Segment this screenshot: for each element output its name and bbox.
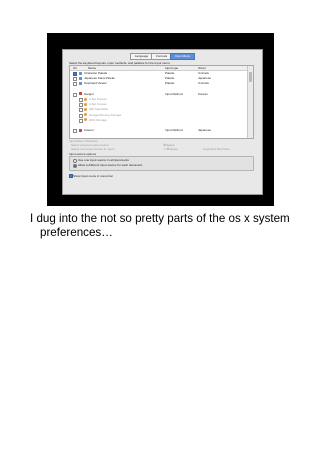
palette-icon bbox=[79, 71, 82, 75]
caption-line-1: I dug into the not so pretty parts of th… bbox=[30, 212, 290, 225]
show-input-menu-label: Show input menu in menu bar bbox=[73, 173, 113, 178]
tab-input-menu[interactable]: Input Menu bbox=[170, 53, 196, 60]
item-name: Japanese Kana Palette bbox=[84, 76, 116, 81]
item-input-type: Palette bbox=[165, 76, 175, 81]
shortcut-label: Select next input source in menu bbox=[71, 147, 115, 151]
option-label-different-source: Allow a different input source for each … bbox=[78, 163, 143, 167]
list-item[interactable] bbox=[70, 123, 247, 127]
item-script: Japanese bbox=[198, 128, 212, 133]
radio-one-source[interactable] bbox=[73, 159, 77, 163]
list-item[interactable]: HNC Romaja bbox=[70, 117, 247, 123]
list-item[interactable]: Character Palette Palette Unicode bbox=[70, 71, 247, 76]
palette-icon bbox=[84, 102, 87, 106]
flag-icon bbox=[79, 128, 82, 132]
item-input-type: Palette bbox=[165, 81, 175, 86]
item-name: GongjinCheong Romaja bbox=[89, 112, 122, 117]
palette-icon bbox=[84, 118, 87, 122]
palette-icon bbox=[84, 97, 87, 101]
list-item[interactable]: Hangul Input Method Korean bbox=[70, 91, 247, 97]
item-name: Keyboard Viewer bbox=[84, 81, 107, 86]
palette-icon bbox=[84, 107, 87, 111]
item-script: Japanese bbox=[198, 76, 212, 81]
slide-screenshot: Language Formats Input Menu Select the key… bbox=[47, 33, 274, 206]
item-input-type: Palette bbox=[165, 71, 175, 75]
item-name: Character Palette bbox=[84, 71, 108, 75]
tab-bar: Language Formats Input Menu bbox=[63, 53, 262, 60]
option-label-one-source: Use one input source in all documents bbox=[78, 158, 129, 162]
list-item[interactable]: 3-Set Korean bbox=[70, 102, 247, 108]
keyboard-shortcuts-button[interactable]: Keyboard Shortcuts… bbox=[203, 147, 232, 151]
column-header-name[interactable]: Name bbox=[88, 66, 96, 70]
item-script: Unicode bbox=[198, 81, 210, 86]
list-item[interactable]: Keyboard Viewer Palette Unicode bbox=[70, 81, 247, 87]
item-name: HNC Romaja bbox=[89, 117, 107, 122]
input-source-list[interactable]: On Name Input type Script Character Pale… bbox=[69, 65, 254, 139]
palette-icon bbox=[79, 76, 82, 80]
list-item[interactable] bbox=[70, 87, 247, 91]
column-header-input-type[interactable]: Input type bbox=[165, 66, 178, 70]
item-input-type: Input Method bbox=[165, 128, 183, 133]
palette-icon bbox=[79, 81, 82, 85]
scrollbar-thumb[interactable] bbox=[249, 72, 252, 82]
slide-caption: I dug into the not so pretty parts of th… bbox=[30, 212, 292, 240]
item-script: Korean bbox=[198, 91, 208, 96]
list-scrollbar[interactable] bbox=[247, 66, 253, 138]
item-name: Hangul bbox=[84, 91, 94, 96]
flag-icon bbox=[79, 92, 82, 96]
list-item[interactable]: 390 Sebulshik bbox=[70, 107, 247, 113]
column-header-on[interactable]: On bbox=[73, 66, 77, 70]
item-name: 2-Set Korean bbox=[89, 97, 107, 101]
tab-language[interactable]: Language bbox=[129, 53, 154, 60]
enable-checkbox[interactable] bbox=[73, 129, 77, 134]
input-source-options: Use one input source in all documents Al… bbox=[69, 156, 254, 171]
list-item[interactable]: 2-Set Korean bbox=[70, 97, 247, 102]
item-input-type: Input Method bbox=[165, 91, 183, 96]
list-item[interactable]: Kotoeri Input Method Japanese bbox=[70, 128, 247, 134]
radio-different-source[interactable] bbox=[73, 164, 77, 168]
list-item[interactable]: Japanese Kana Palette Palette Japanese bbox=[70, 76, 247, 82]
list-item[interactable]: GongjinCheong Romaja bbox=[70, 112, 247, 118]
item-name: Kotoeri bbox=[84, 128, 94, 133]
preferences-panel: Language Formats Input Menu Select the key… bbox=[62, 49, 263, 195]
caption-line-2: preferences… bbox=[40, 226, 113, 239]
item-script: Unicode bbox=[198, 71, 210, 75]
item-name: 390 Sebulshik bbox=[89, 107, 108, 112]
column-header-script[interactable]: Script bbox=[198, 66, 206, 70]
item-name: 3-Set Korean bbox=[89, 102, 107, 107]
palette-icon bbox=[84, 113, 87, 117]
shortcut-key: ⌥⌘Space bbox=[163, 147, 178, 151]
tab-formats[interactable]: Formats bbox=[151, 53, 173, 60]
